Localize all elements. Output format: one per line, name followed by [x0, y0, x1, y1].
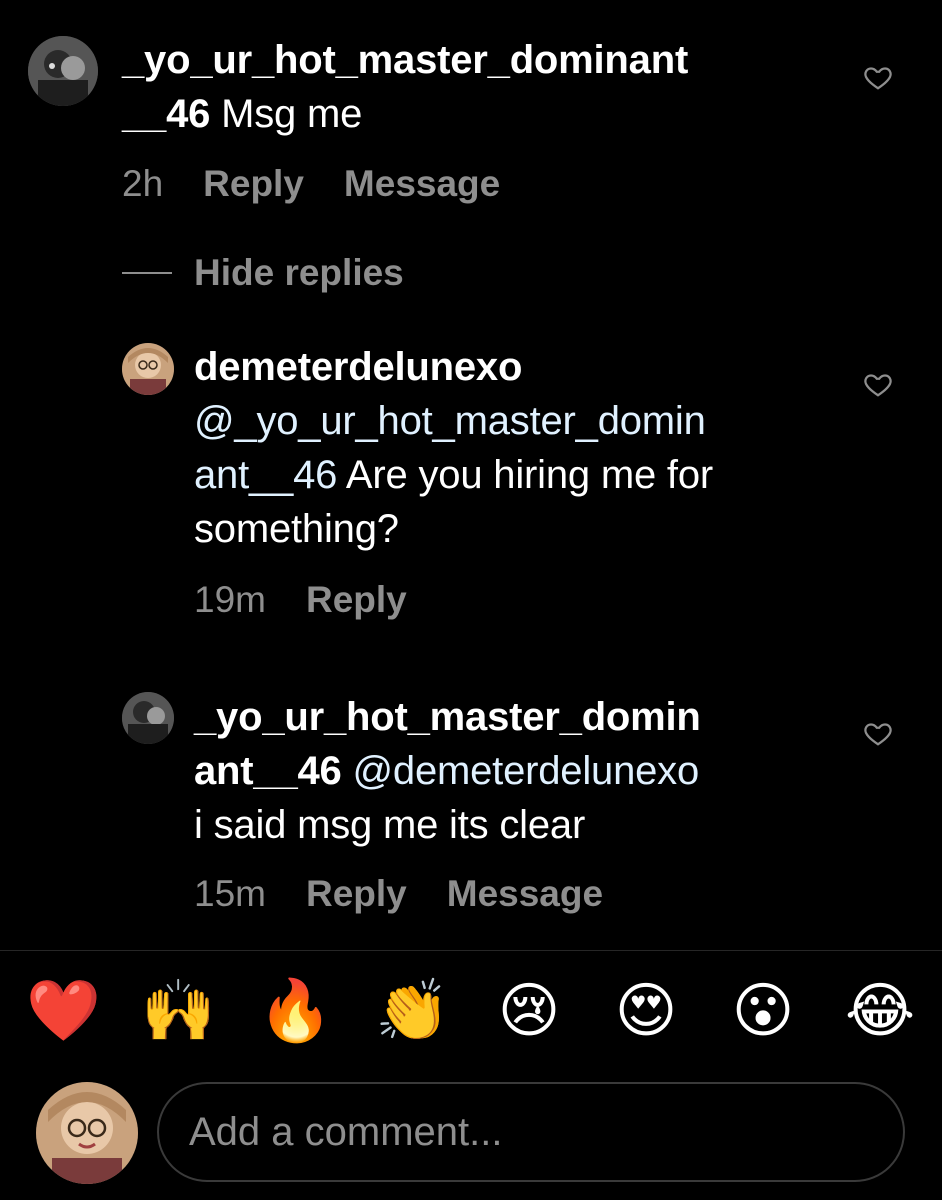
clapping-hands-icon[interactable]: 👏	[375, 975, 450, 1047]
comment-time: 2h	[122, 163, 164, 204]
comment-input[interactable]	[157, 1082, 905, 1182]
mention-link[interactable]: @_yo_ur_hot_master_domin	[194, 399, 706, 443]
dash-divider	[122, 272, 172, 274]
raising-hands-icon[interactable]: 🙌	[141, 975, 216, 1047]
user-photo-icon	[28, 36, 98, 106]
composer-avatar	[36, 1082, 138, 1184]
like-heart-icon[interactable]	[863, 718, 893, 748]
mention-link-continued[interactable]: ant__46	[194, 453, 337, 497]
comment-meta: 2h Reply Message	[122, 162, 540, 206]
reply-time: 19m	[194, 579, 266, 620]
mention-link[interactable]: @demeterdelunexo	[342, 749, 700, 793]
reply-button[interactable]: Reply	[306, 578, 407, 622]
reply-meta: 19m Reply	[194, 578, 447, 622]
reply-text-continued: something?	[194, 507, 399, 551]
comment-body: _yo_ur_hot_master_dominant __46 Msg me	[122, 33, 822, 141]
red-heart-icon[interactable]: ❤️	[26, 975, 101, 1047]
hide-replies-button[interactable]: Hide replies	[122, 250, 404, 296]
user-photo-icon	[122, 692, 174, 744]
like-heart-icon[interactable]	[863, 369, 893, 399]
reply-username[interactable]: _yo_ur_hot_master_domin	[194, 695, 701, 739]
reply-body: _yo_ur_hot_master_domin ant__46 @demeter…	[194, 690, 844, 852]
like-heart-icon[interactable]	[863, 62, 893, 92]
reply-button[interactable]: Reply	[203, 162, 304, 206]
divider	[0, 950, 942, 951]
reply-username-continued[interactable]: ant__46	[194, 749, 342, 793]
emoji-reaction-bar: ❤️ 🙌 🔥 👏 😢 😍 😮 😂	[0, 975, 942, 1055]
reply-body: demeterdelunexo @_yo_ur_hot_master_domin…	[194, 340, 844, 556]
comment-text: Msg me	[221, 92, 363, 136]
crying-face-icon[interactable]: 😢	[493, 975, 565, 1047]
reply-text: i said msg me its clear	[194, 803, 586, 847]
user-photo-icon	[36, 1082, 138, 1184]
message-button[interactable]: Message	[344, 162, 500, 206]
hide-replies-label: Hide replies	[194, 252, 404, 293]
message-button[interactable]: Message	[447, 872, 603, 916]
reply-text: Are you hiring me for	[337, 453, 713, 497]
avatar[interactable]	[28, 36, 98, 106]
user-photo-icon	[122, 343, 174, 395]
reply-meta: 15m Reply Message	[194, 872, 643, 916]
tears-of-joy-icon[interactable]: 😂	[844, 975, 916, 1047]
comment-username[interactable]: _yo_ur_hot_master_dominant	[122, 38, 688, 82]
avatar[interactable]	[122, 692, 174, 744]
fire-icon[interactable]: 🔥	[258, 975, 333, 1047]
avatar[interactable]	[122, 343, 174, 395]
reply-button[interactable]: Reply	[306, 872, 407, 916]
reply-username[interactable]: demeterdelunexo	[194, 345, 522, 389]
surprised-face-icon[interactable]: 😮	[727, 975, 799, 1047]
reply-time: 15m	[194, 873, 266, 914]
heart-eyes-icon[interactable]: 😍	[610, 975, 682, 1047]
comment-username-continued[interactable]: __46	[122, 92, 210, 136]
